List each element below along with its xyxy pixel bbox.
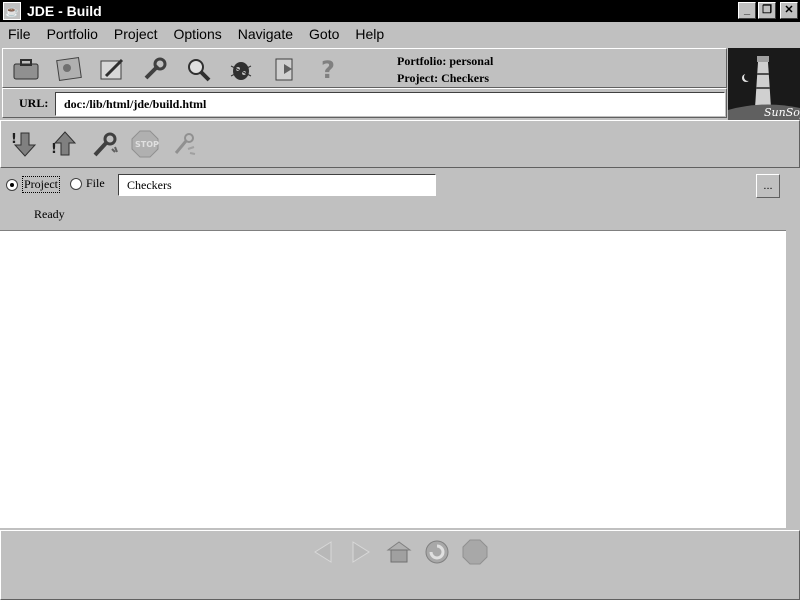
svg-text:!: ! (11, 132, 17, 147)
menu-bar: File Portfolio Project Options Navigate … (0, 22, 800, 46)
menu-project[interactable]: Project (114, 26, 158, 42)
browse-button[interactable]: ... (756, 174, 780, 198)
navigation-panel (0, 530, 800, 600)
close-button[interactable]: ✕ (780, 2, 798, 19)
logo-brand: SunSoft (764, 106, 800, 119)
build-target-row: Project File Checkers ... (0, 172, 800, 198)
nav-stop-icon[interactable] (458, 536, 492, 568)
menu-options[interactable]: Options (174, 26, 222, 42)
build-output-area[interactable] (0, 230, 786, 528)
url-bar: URL: doc:/lib/html/jde/build.html (2, 88, 727, 118)
portfolio-icon[interactable] (52, 52, 86, 86)
menu-goto[interactable]: Goto (309, 26, 339, 42)
back-icon[interactable] (306, 536, 340, 568)
navigate-door-icon[interactable] (267, 52, 301, 86)
project-label: Project: (397, 71, 439, 85)
radio-file[interactable]: File (70, 176, 105, 191)
portfolio-info: Portfolio: personal Project: Checkers (397, 53, 493, 87)
reload-icon[interactable] (420, 536, 454, 568)
menu-help[interactable]: Help (355, 26, 384, 42)
help-question-icon[interactable]: ? (310, 52, 344, 86)
home-icon[interactable] (382, 536, 416, 568)
url-label: URL: (19, 96, 49, 110)
edit-icon[interactable] (95, 52, 129, 86)
portfolio-value: personal (449, 54, 494, 68)
stop-icon[interactable]: STOP (127, 126, 163, 162)
maximize-button[interactable]: ❐ (758, 2, 776, 19)
radio-project[interactable]: Project (6, 176, 60, 193)
svg-text:STOP: STOP (135, 140, 159, 149)
radio-project-dot[interactable] (6, 178, 18, 191)
app-icon[interactable]: ☕ (3, 2, 21, 20)
radio-file-dot[interactable] (70, 177, 82, 190)
build-wrench-icon[interactable] (138, 52, 172, 86)
clean-icon[interactable] (167, 126, 203, 162)
build-down-icon[interactable]: ! (7, 126, 43, 162)
svg-text:?: ? (321, 56, 335, 82)
main-toolbar: ? Portfolio: personal Project: Checkers (2, 48, 727, 88)
status-text: Ready (34, 207, 65, 221)
make-icon[interactable] (87, 126, 123, 162)
svg-text:!: ! (51, 142, 57, 157)
window-title: JDE - Build (27, 3, 102, 19)
build-up-icon[interactable]: ! (47, 126, 83, 162)
forward-icon[interactable] (344, 536, 378, 568)
debug-bug-icon[interactable] (224, 52, 258, 86)
menu-navigate[interactable]: Navigate (238, 26, 293, 42)
sunsoft-logo: SunSoft (728, 48, 800, 120)
minimize-button[interactable]: _ (738, 2, 756, 19)
project-value: Checkers (441, 71, 490, 85)
target-input[interactable]: Checkers (118, 174, 436, 196)
menu-file[interactable]: File (8, 26, 31, 42)
title-bar: ☕ JDE - Build _ ❐ ✕ (0, 0, 800, 22)
build-toolbar: ! ! STOP (0, 120, 800, 168)
briefcase-icon[interactable] (9, 52, 43, 86)
url-input[interactable]: doc:/lib/html/jde/build.html (55, 92, 725, 116)
radio-file-label: File (86, 176, 105, 190)
menu-portfolio[interactable]: Portfolio (47, 26, 98, 42)
radio-project-label: Project (22, 176, 60, 193)
browse-magnifier-icon[interactable] (181, 52, 215, 86)
portfolio-label: Portfolio: (397, 54, 447, 68)
